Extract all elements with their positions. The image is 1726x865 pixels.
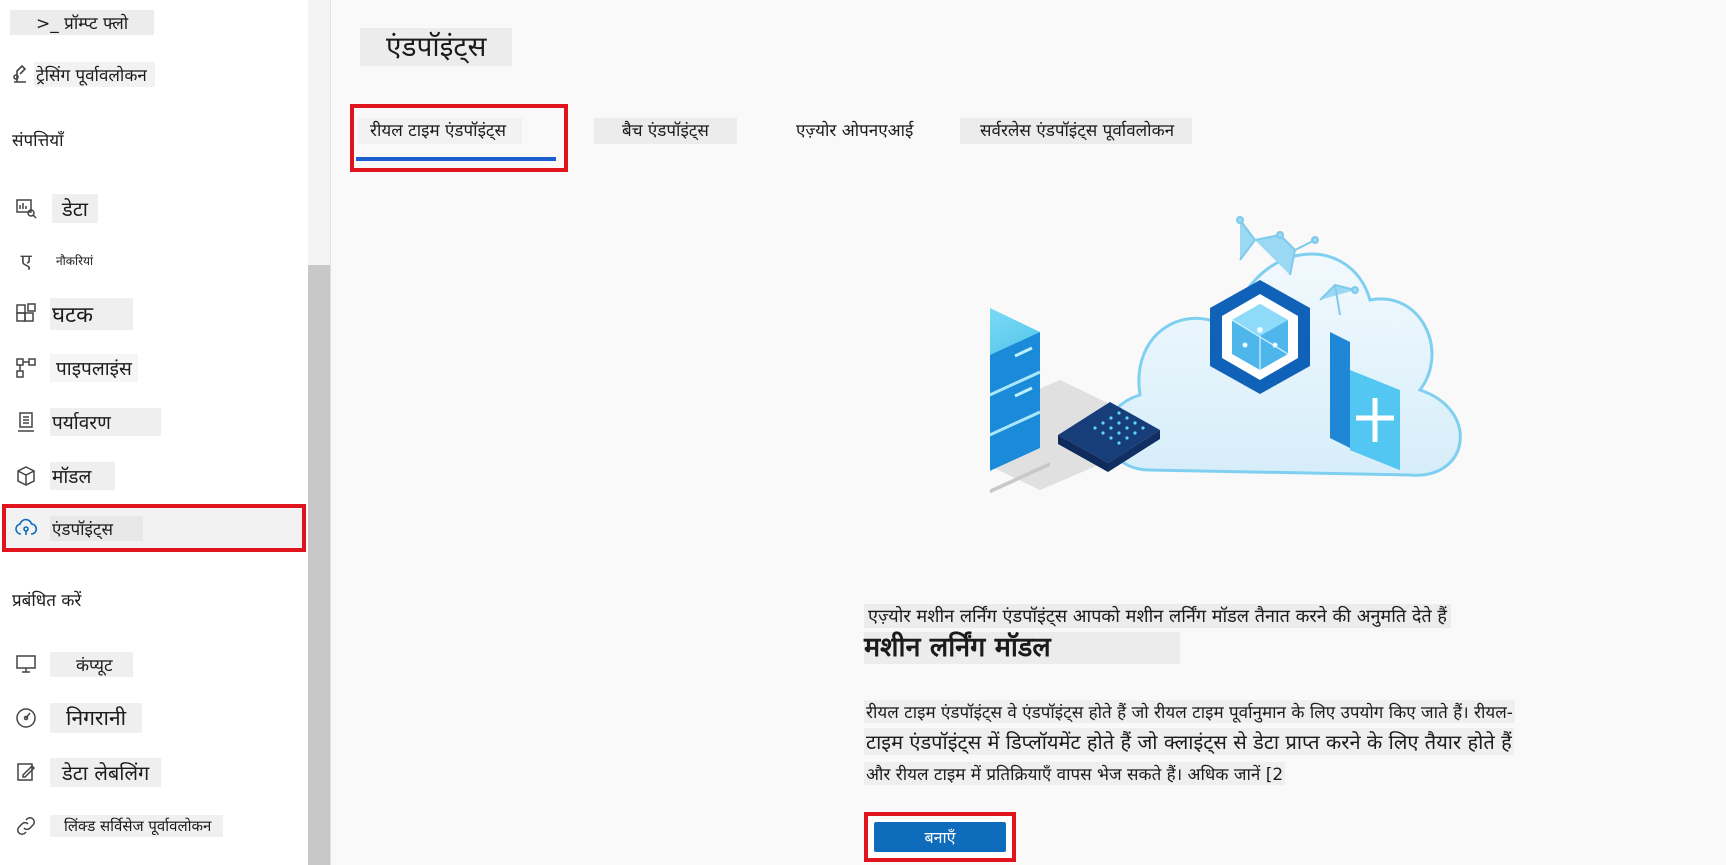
section-manage-label: प्रबंधित करें [12,591,82,611]
sidebar-item-label: कंप्यूट [50,651,133,677]
components-icon [12,300,40,328]
sidebar-item-linked-services[interactable]: लिंक्ड सर्विसेज पूर्वावलोकन [0,804,308,848]
section-assets-label: संपत्तियाँ [12,131,64,151]
endpoints-heading: मशीन लर्निंग मॉडल [864,632,1180,664]
endpoints-illustration [990,216,1462,494]
sidebar-item-models[interactable]: मॉडल [0,454,308,498]
create-button-highlight: बनाएँ [864,812,1016,862]
tracing-icon [6,60,34,88]
sidebar-item-prompt-flow[interactable]: >_ प्रॉम्प्ट फ्लो [0,0,308,44]
active-tab-underline [356,157,556,161]
create-button[interactable]: बनाएँ [874,822,1006,852]
sidebar-item-label: मॉडल [50,462,116,490]
monitoring-icon [12,704,40,732]
models-icon [12,462,40,490]
sidebar-item-label: नौकरियां [56,253,94,268]
left-navigation: >_ प्रॉम्प्ट फ्लो ट्रेसिंग पूर्वावलोकन स… [0,0,308,865]
sidebar-item-label: निगरानी [50,703,143,733]
compute-icon [12,650,40,678]
sidebar-item-endpoints[interactable]: एंडपॉइंट्स [0,506,308,550]
page-title: एंडपॉइंट्स [360,28,513,66]
sidebar-item-environments[interactable]: पर्यावरण [0,400,308,444]
tab-batch-endpoints[interactable]: बैच एंडपॉइंट्स [594,118,737,144]
data-icon [12,194,40,222]
sidebar-scrollbar[interactable] [308,0,330,865]
sidebar-item-label: लिंक्ड सर्विसेज पूर्वावलोकन [50,815,224,837]
sidebar-item-jobs[interactable]: ए नौकरियां [0,238,308,282]
sidebar-item-label: घटक [50,298,133,330]
sidebar-item-label: >_ प्रॉम्प्ट फ्लो [10,9,155,35]
sidebar-item-tracing[interactable]: ट्रेसिंग पूर्वावलोकन [0,52,308,96]
sidebar-item-components[interactable]: घटक [0,292,308,336]
endpoints-icon [12,514,40,542]
linked-services-icon [12,812,40,840]
sidebar-item-pipelines[interactable]: पाइपलाइंस [0,346,308,390]
scrollbar-thumb[interactable] [308,265,330,865]
data-labeling-icon [12,758,40,786]
description-line-1: रीयल टाइम एंडपॉइंट्स वे एंडपॉइंट्स होते … [864,700,1515,723]
sidebar-item-label: ट्रेसिंग पूर्वावलोकन [34,61,155,87]
description-line-3: और रीयल टाइम में प्रतिक्रियाएँ वापस भेज … [864,762,1286,785]
pipelines-icon [12,354,40,382]
endpoint-tabs: रीयल टाइम एंडपॉइंट्स बैच एंडपॉइंट्स एज़्… [350,100,1350,180]
sidebar-item-label: पर्यावरण [50,408,161,436]
sidebar-item-label: डेटा लेबलिंग [50,757,162,787]
tab-serverless-endpoints[interactable]: सर्वरलेस एंडपॉइंट्स पूर्वावलोकन [960,118,1193,144]
sidebar-item-data[interactable]: डेटा [0,186,308,230]
sidebar-item-data-labeling[interactable]: डेटा लेबलिंग [0,750,308,794]
jobs-icon: ए [20,248,32,273]
tab-realtime-endpoints[interactable]: रीयल टाइम एंडपॉइंट्स [358,118,522,144]
sidebar-item-monitoring[interactable]: निगरानी [0,696,308,740]
sidebar-item-label: एंडपॉइंट्स [50,515,143,541]
sidebar-item-label: डेटा [52,193,98,223]
sidebar-item-label: पाइपलाइंस [50,354,138,382]
environments-icon [12,408,40,436]
sidebar-item-compute[interactable]: कंप्यूट [0,642,308,686]
sidebar-divider [330,0,331,865]
description-line-2: टाइम एंडपॉइंट्स में डिप्लॉयमेंट होते हैं… [864,728,1514,755]
endpoints-subheading: एज़्योर मशीन लर्निंग एंडपॉइंट्स आपको मशी… [864,604,1451,628]
tab-azure-openai[interactable]: एज़्योर ओपनएआई [790,118,919,144]
